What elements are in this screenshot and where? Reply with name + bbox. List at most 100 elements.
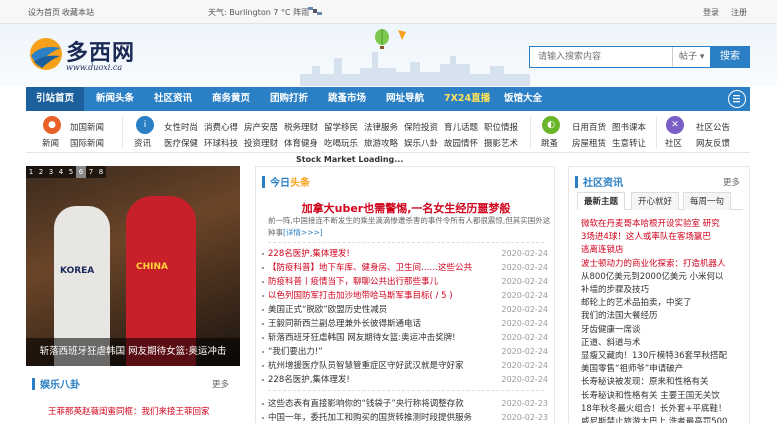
nav-live[interactable]: 7X24直播 <box>444 87 490 111</box>
nav-restaurants[interactable]: 饭馆大全 <box>504 87 542 111</box>
news-title[interactable]: 王毅同新西兰副总理兼外长彼得斯通电话 <box>268 317 483 331</box>
news-title[interactable]: 228名医护,集体理发! <box>268 247 483 261</box>
headline-title[interactable]: 加拿大uber也需警惕,一名女生经历噩梦般 <box>266 200 546 216</box>
category-link[interactable]: 摄影艺术 <box>484 137 518 149</box>
community-item[interactable]: 波士顿动力的商业化探索：打造机器人 <box>581 257 747 271</box>
register-link[interactable]: 注册 <box>731 7 747 18</box>
community-item[interactable]: 3场进4球！这人或率队在客场赢巴 <box>581 230 747 244</box>
news-title[interactable]: 中国一年，委托加工和购买的国货转推测时段提供服务 <box>268 411 483 423</box>
category-link[interactable]: 职位情报 <box>484 121 518 133</box>
category-link[interactable]: 消费心得 <box>204 121 238 133</box>
nav-headlines[interactable]: 新闻头条 <box>96 87 134 111</box>
news-title[interactable]: 美国正式“脱欧”欧盟历史性减员 <box>268 303 483 317</box>
news-row[interactable]: 这些态表有直接影响你的“钱袋子”央行称将调整存款 2020-02-23 <box>262 397 552 411</box>
community-item[interactable]: 从800亿美元到2000亿美元 小米何以 <box>581 270 747 284</box>
news-row[interactable]: 以色列国防军打击加沙地带哈马斯军事目标( / 5 ) 2020-02-24 <box>262 289 552 303</box>
news-row[interactable]: 王毅同新西兰副总理兼外长彼得斯通电话 2020-02-24 <box>262 317 552 331</box>
community-item-text[interactable]: 长寿秘诀被发现：原来和性格有关 <box>581 377 709 387</box>
community-item-text[interactable]: 牙齿健康一席谈 <box>581 325 641 335</box>
news-row[interactable]: “我们要出力!” 2020-02-24 <box>262 345 552 359</box>
news-title[interactable]: 斩落西班牙狂虐韩国 网友期待女篮:奥运冲击奖牌! <box>268 331 483 345</box>
community-item[interactable]: 长寿秘诀和性格有关 主要王国无关饮 <box>581 389 747 403</box>
category-link[interactable]: 故园情怀 <box>444 137 478 149</box>
category-link[interactable]: 医疗保健 <box>164 137 198 149</box>
slider-page-button-active[interactable]: 6 <box>76 166 86 178</box>
news-row[interactable]: 中国一年，委托加工和购买的国货转推测时段提供服务 2020-02-23 <box>262 411 552 423</box>
community-item-text[interactable]: 逃离连锁店 <box>581 245 624 255</box>
community-item-text[interactable]: 威尼斯禁止旅游大巴上 洗者最高罚500 <box>581 417 727 423</box>
category-link[interactable]: 旅游攻略 <box>364 137 398 149</box>
category-link[interactable]: 留学移民 <box>324 121 358 133</box>
news-title[interactable]: 这些态表有直接影响你的“钱袋子”央行称将调整存款 <box>268 397 483 411</box>
nav-home[interactable]: 引站首页 <box>26 87 84 111</box>
news-title[interactable]: “我们要出力!” <box>268 345 483 359</box>
community-item-text[interactable]: 美国零售“祖师爷”申请破产 <box>581 364 683 374</box>
nav-business[interactable]: 商务黄页 <box>212 87 250 111</box>
category-link[interactable]: 生意转让 <box>612 137 646 149</box>
category-link[interactable]: 吃喝玩乐 <box>324 137 358 149</box>
community-item[interactable]: 我们的法国大餐经历 <box>581 309 747 323</box>
news-title[interactable]: 防疫科普丨疫情当下，聊聊公共出行那些事儿 <box>268 275 483 289</box>
slider-page-button[interactable]: 8 <box>96 166 106 178</box>
news-title[interactable]: 杭州增援医疗队员智慧管重症区守好武汉就是守好家 <box>268 359 483 373</box>
category-link[interactable]: 国际新闻 <box>70 137 104 149</box>
news-title[interactable]: 以色列国防军打击加沙地带哈马斯军事目标( / 5 ) <box>268 289 483 303</box>
category-link[interactable]: 房屋租赁 <box>572 137 606 149</box>
news-row[interactable]: 228名医护,集体理发! 2020-02-24 <box>262 373 552 387</box>
community-item[interactable]: 18年秋冬最火组合！长外套+平底鞋！ <box>581 402 747 416</box>
news-row[interactable]: 斩落西班牙狂虐韩国 网友期待女篮:奥运冲击奖牌! 2020-02-24 <box>262 331 552 345</box>
community-item[interactable]: 补墙的步骤及技巧 <box>581 283 747 297</box>
category-link[interactable]: 投资理财 <box>244 137 278 149</box>
slider-page-button[interactable]: 7 <box>86 166 96 178</box>
news-row[interactable]: 【防疫科普】地下车库、健身房、卫生间……这些公共 2020-02-24 <box>262 261 552 275</box>
community-item[interactable]: 邮轮上的艺术品拍卖，中奖了 <box>581 296 747 310</box>
community-item-text[interactable]: 长寿秘诀和性格有关 主要王国无关饮 <box>581 391 720 401</box>
search-button[interactable]: 搜索 <box>710 46 750 68</box>
community-item[interactable]: 微软在丹麦哥本哈根开设实验室 研究 <box>581 217 747 231</box>
community-item-text[interactable]: 正道、斜道与术 <box>581 338 641 348</box>
community-item-text[interactable]: 18年秋冬最火组合！长外套+平底鞋！ <box>581 404 726 414</box>
tab-happy[interactable]: 开心就好 <box>631 192 680 210</box>
search-scope-select[interactable]: 帖子 ▾ <box>672 47 709 67</box>
today-title[interactable]: 今日头条 <box>270 174 310 194</box>
tab-latest[interactable]: 最新主题 <box>577 192 626 210</box>
community-item-text[interactable]: 从800亿美元到2000亿美元 小米何以 <box>581 272 724 282</box>
community-item[interactable]: 显瘦又藏肉！130斤模特36套早秋搭配 <box>581 349 747 363</box>
nav-community[interactable]: 社区资讯 <box>154 87 192 111</box>
slider-page-button[interactable]: 2 <box>36 166 46 178</box>
slider-page-button[interactable]: 3 <box>46 166 56 178</box>
community-item[interactable]: 威尼斯禁止旅游大巴上 洗者最高罚500 <box>581 415 747 423</box>
community-item[interactable]: 正道、斜道与术 <box>581 336 747 350</box>
community-item-text[interactable]: 3场进4球！这人或率队在客场赢巴 <box>581 232 711 242</box>
entertainment-more-link[interactable]: 更多 <box>212 378 229 390</box>
category-link[interactable]: 环球科技 <box>204 137 238 149</box>
nav-directory[interactable]: 网址导航 <box>386 87 424 111</box>
site-logo[interactable]: 多西网 www.duoxi.ca <box>28 32 143 76</box>
tab-weekly[interactable]: 每周一句 <box>683 192 732 210</box>
slider-page-button[interactable]: 5 <box>66 166 76 178</box>
slider-page-button[interactable]: 1 <box>26 166 36 178</box>
category-link[interactable]: 体育健身 <box>284 137 318 149</box>
category-link[interactable]: 育儿话题 <box>444 121 478 133</box>
slider-caption[interactable]: 斩落西班牙狂虐韩国 网友期待女篮:奥运冲击 <box>26 338 240 366</box>
community-item[interactable]: 逃离连锁店 <box>581 243 747 257</box>
category-link[interactable]: 加国新闻 <box>70 121 104 133</box>
community-item[interactable]: 牙齿健康一席谈 <box>581 323 747 337</box>
nav-groupbuy[interactable]: 团购打折 <box>270 87 308 111</box>
community-item-text[interactable]: 波士顿动力的商业化探索：打造机器人 <box>581 259 726 269</box>
nav-flea-market[interactable]: 跳蚤市场 <box>328 87 366 111</box>
news-title[interactable]: 228名医护,集体理发! <box>268 373 483 387</box>
entertainment-title[interactable]: 娱乐八卦 <box>40 376 80 396</box>
news-row[interactable]: 美国正式“脱欧”欧盟历史性减员 2020-02-24 <box>262 303 552 317</box>
news-row[interactable]: 防疫科普丨疫情当下，聊聊公共出行那些事儿 2020-02-24 <box>262 275 552 289</box>
category-link[interactable]: 图书课本 <box>612 121 646 133</box>
news-row[interactable]: 228名医护,集体理发! 2020-02-24 <box>262 247 552 261</box>
news-title[interactable]: 【防疫科普】地下车库、健身房、卫生间……这些公共 <box>268 261 483 275</box>
search-input[interactable] <box>530 47 670 67</box>
category-link[interactable]: 女性时尚 <box>164 121 198 133</box>
entertainment-item[interactable]: 王菲那英赵薇闺蜜同框：我们来接王菲回家 <box>48 405 210 417</box>
category-link[interactable]: 日用百货 <box>572 121 606 133</box>
community-item-text[interactable]: 邮轮上的艺术品拍卖，中奖了 <box>581 298 692 308</box>
community-title[interactable]: 社区资讯 <box>583 174 623 194</box>
category-link[interactable]: 网友反馈 <box>696 137 730 149</box>
